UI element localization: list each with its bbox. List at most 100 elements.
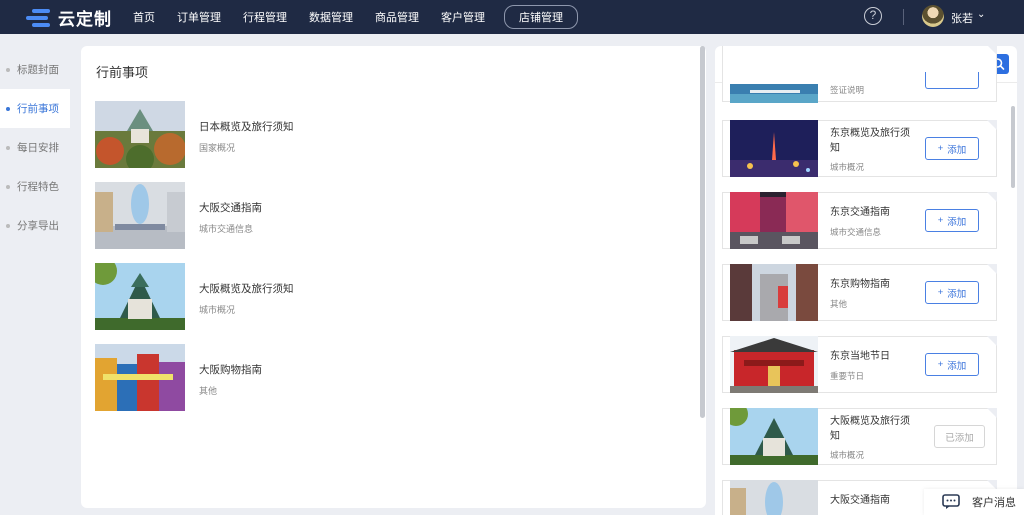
nav-products[interactable]: 商品管理 (375, 9, 419, 25)
resource-card: 大阪概览及旅行须知 城市概况 已添加 (722, 408, 997, 465)
bullet-icon (6, 145, 10, 150)
card-subtitle: 城市概况 (830, 450, 865, 460)
corner-fold (987, 336, 997, 346)
item-subtitle: 城市交通信息 (199, 224, 254, 234)
avatar[interactable] (922, 5, 944, 27)
user-name[interactable]: 张若 (951, 10, 973, 26)
resource-card: 东京交通指南 城市交通信息 + 添加 (722, 192, 997, 249)
added-button[interactable]: 已添加 (934, 425, 985, 448)
item-title: 大阪交通指南 (199, 202, 262, 214)
section-sidebar: 标题封面 行前事项 每日安排 行程特色 分享导出 (0, 34, 70, 515)
nav-home[interactable]: 首页 (133, 9, 155, 25)
sidebar-item-label: 标题封面 (17, 64, 59, 76)
plus-icon: + (937, 143, 944, 154)
nav-orders[interactable]: 订单管理 (177, 9, 221, 25)
item-title: 大阪购物指南 (199, 364, 262, 376)
add-button-label: 添加 (947, 144, 967, 156)
plus-icon: + (937, 287, 944, 298)
sidebar-item-cover[interactable]: 标题封面 (0, 50, 70, 89)
chevron-down-icon[interactable]: ⌄ (977, 9, 985, 20)
card-subtitle: 重要节日 (830, 371, 865, 381)
list-item[interactable]: 大阪交通指南 城市交通信息 (95, 182, 595, 250)
sidebar-item-label: 分享导出 (17, 220, 59, 232)
sidebar-item-label: 行程特色 (17, 181, 59, 193)
corner-fold (987, 120, 997, 130)
item-subtitle: 国家概况 (199, 143, 236, 153)
list-item[interactable]: 大阪概览及旅行须知 城市概况 (95, 263, 595, 331)
sidebar-item-features[interactable]: 行程特色 (0, 167, 70, 206)
corner-fold (987, 408, 997, 418)
card-subtitle: 签证说明 (830, 85, 865, 95)
resource-library-panel: 日本 全部类型 签证说明 东京概览及旅行须知 城市概况 +添加 东京交通指南 城… (715, 46, 1017, 515)
resource-card: 东京购物指南 其他 + 添加 (722, 264, 997, 321)
item-subtitle: 其他 (199, 386, 218, 396)
sidebar-item-share[interactable]: 分享导出 (0, 206, 70, 245)
plus-icon: + (937, 359, 944, 370)
item-title: 日本概览及旅行须知 (199, 121, 294, 133)
thumbnail-image (730, 336, 818, 393)
card-title: 东京购物指南 (830, 279, 890, 290)
chat-icon (942, 494, 960, 509)
sidebar-item-label: 每日安排 (17, 142, 59, 154)
thumbnail-image (95, 182, 185, 249)
customer-messages-label: 客户消息 (972, 497, 1016, 509)
nav-store-button[interactable]: 店铺管理 (504, 5, 578, 29)
bullet-icon (6, 67, 10, 72)
card-title: 大阪交通指南 (830, 495, 890, 506)
card-title: 东京概览及旅行须知 (830, 128, 910, 154)
page-title: 行前事项 (96, 65, 149, 80)
add-button[interactable]: + 添加 (925, 353, 979, 376)
nav-customers[interactable]: 客户管理 (441, 9, 485, 25)
nav-data[interactable]: 数据管理 (309, 9, 353, 25)
logo-icon (26, 7, 52, 29)
card-subtitle: 其他 (830, 299, 848, 309)
thumbnail-image (95, 101, 185, 168)
logo[interactable]: 云定制 (26, 5, 112, 30)
sidebar-item-label: 行前事项 (17, 103, 59, 115)
resource-card: 东京概览及旅行须知 城市概况 + 添加 (722, 120, 997, 177)
item-subtitle: 城市概况 (199, 305, 236, 315)
corner-fold (987, 192, 997, 202)
thumbnail-image (730, 120, 818, 177)
thumbnail-image (730, 192, 818, 249)
add-button-label: 添加 (947, 216, 967, 228)
sidebar-item-pretrip[interactable]: 行前事项 (0, 89, 70, 128)
scrollbar[interactable] (1011, 106, 1015, 188)
bullet-icon (6, 223, 10, 228)
thumbnail-image (730, 84, 818, 103)
card-subtitle: 城市交通信息 (830, 227, 882, 237)
list-item[interactable]: 大阪购物指南 其他 (95, 344, 595, 412)
customer-messages-button[interactable]: 客户消息 (924, 489, 1024, 515)
bullet-icon (6, 106, 10, 111)
plus-icon: + (937, 215, 944, 226)
corner-fold (987, 264, 997, 274)
add-button[interactable] (925, 72, 979, 89)
nav-itinerary[interactable]: 行程管理 (243, 9, 287, 25)
thumbnail-image (95, 344, 185, 411)
add-button[interactable]: + 添加 (925, 137, 979, 160)
help-icon[interactable]: ? (864, 7, 882, 25)
scrollbar[interactable] (700, 46, 705, 418)
thumbnail-image (95, 263, 185, 330)
card-title: 大阪概览及旅行须知 (830, 416, 910, 442)
thumbnail-image (730, 408, 818, 465)
add-button[interactable]: + 添加 (925, 209, 979, 232)
resource-card: 签证说明 (722, 46, 997, 103)
item-title: 大阪概览及旅行须知 (199, 283, 294, 295)
logo-text: 云定制 (58, 10, 112, 29)
pretrip-panel: 行前事项 日本概览及旅行须知 国家概况 大阪交通指南 城市交通信息 大阪概览及旅… (81, 46, 706, 508)
divider (903, 9, 904, 25)
thumbnail-image (730, 264, 818, 321)
bullet-icon (6, 184, 10, 189)
list-item[interactable]: 日本概览及旅行须知 国家概况 (95, 101, 595, 169)
card-title: 东京当地节日 (830, 351, 890, 362)
resource-card: 东京当地节日 重要节日 + 添加 (722, 336, 997, 393)
top-navigation-bar: 云定制 首页 订单管理 行程管理 数据管理 商品管理 客户管理 店铺管理 ? 张… (0, 0, 1024, 34)
add-button[interactable]: + 添加 (925, 281, 979, 304)
corner-fold (987, 46, 997, 55)
sidebar-item-daily[interactable]: 每日安排 (0, 128, 70, 167)
thumbnail-image (730, 480, 818, 515)
card-subtitle: 城市概况 (830, 162, 865, 172)
add-button-label: 添加 (947, 288, 967, 300)
card-title: 东京交通指南 (830, 207, 890, 218)
